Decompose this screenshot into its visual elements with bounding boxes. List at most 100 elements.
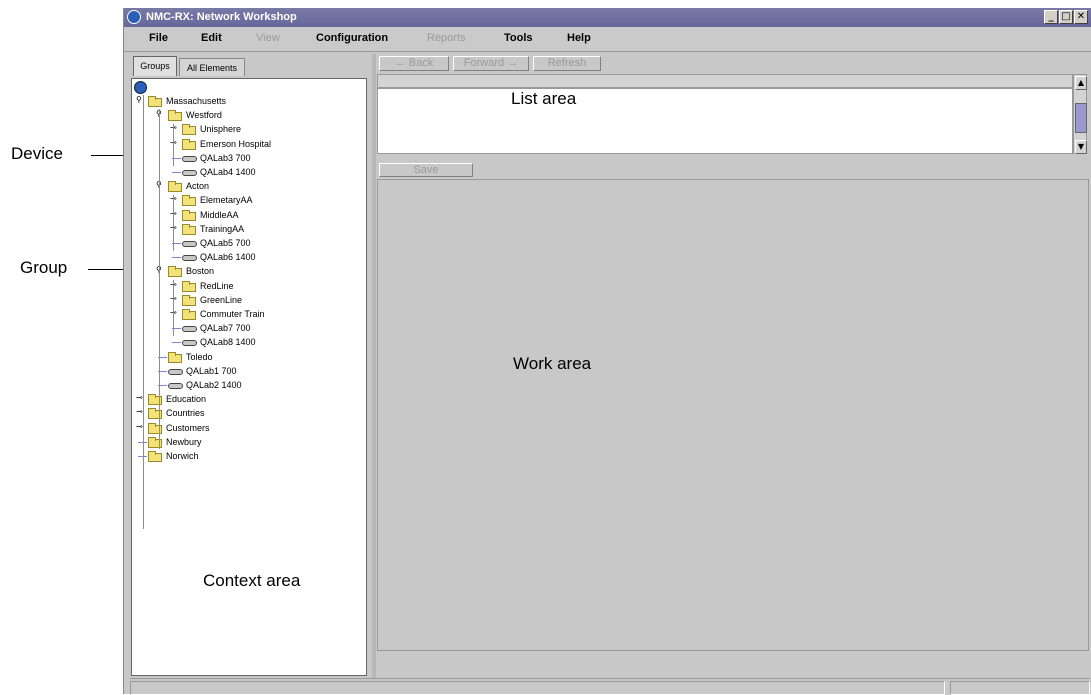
- tree-group-item[interactable]: Boston: [186, 266, 214, 279]
- tree-device-item[interactable]: QALab4 1400: [200, 167, 256, 180]
- folder-icon: [182, 223, 196, 235]
- tree-group-item[interactable]: Emerson Hospital: [200, 139, 271, 152]
- tree-group-item[interactable]: RedLine: [200, 281, 234, 294]
- tree-device-item[interactable]: QALab2 1400: [186, 380, 242, 393]
- tab-groups[interactable]: Groups: [133, 56, 177, 76]
- menu-help[interactable]: Help: [567, 32, 591, 44]
- device-icon: [182, 326, 197, 333]
- device-icon: [182, 155, 197, 162]
- collapsed-toggle-icon[interactable]: ⊸: [136, 422, 143, 431]
- tree-group-item[interactable]: Toledo: [186, 352, 213, 365]
- folder-icon: [182, 195, 196, 207]
- list-header[interactable]: [377, 74, 1073, 88]
- folder-icon: [182, 280, 196, 292]
- expanded-toggle-icon[interactable]: ⚲: [136, 95, 142, 104]
- tree-device-item[interactable]: QALab5 700: [200, 238, 251, 251]
- tree-connector-line: [173, 124, 174, 166]
- close-button[interactable]: ✕: [1074, 10, 1088, 24]
- tree-group-item[interactable]: Education: [166, 394, 206, 407]
- folder-icon: [182, 209, 196, 221]
- list-area-label: List area: [511, 89, 577, 108]
- open-folder-icon: [168, 266, 182, 278]
- menu-view[interactable]: View: [256, 32, 280, 44]
- tree-group-item[interactable]: Massachusetts: [166, 96, 226, 109]
- collapsed-toggle-icon[interactable]: ⊸: [136, 407, 143, 416]
- menu-edit[interactable]: Edit: [201, 32, 222, 44]
- menu-reports[interactable]: Reports: [427, 32, 466, 44]
- menu-bar: File Edit View Configuration Reports Too…: [124, 27, 1091, 52]
- device-icon: [182, 170, 197, 176]
- tree-device-item[interactable]: QALab1 700: [186, 366, 237, 379]
- tree-connector-line: [172, 342, 181, 344]
- tree-root-icon[interactable]: [134, 81, 147, 94]
- tree-group-item[interactable]: Newbury: [166, 437, 202, 450]
- tree-group-item[interactable]: Countries: [166, 408, 205, 421]
- navigation-bar: ← Back Forward → Refresh: [377, 55, 1089, 73]
- menu-configuration[interactable]: Configuration: [316, 32, 388, 44]
- work-area-label: Work area: [513, 354, 592, 373]
- tree-group-item[interactable]: GreenLine: [200, 295, 242, 308]
- open-folder-icon: [168, 181, 182, 193]
- forward-button[interactable]: Forward →: [453, 56, 529, 71]
- folder-icon: [148, 451, 162, 462]
- open-folder-icon: [168, 110, 182, 122]
- device-icon: [182, 241, 197, 247]
- tree-connector-line: [172, 257, 181, 259]
- save-bar: Save: [377, 162, 1089, 178]
- tree-group-item[interactable]: MiddleAA: [200, 210, 239, 223]
- group-callout-label: Group: [20, 258, 68, 277]
- tree-device-item[interactable]: QALab6 1400: [200, 252, 256, 265]
- list-area[interactable]: List area: [377, 88, 1073, 154]
- folder-icon: [182, 309, 196, 320]
- work-area[interactable]: Work area: [377, 179, 1089, 651]
- tree-group-item[interactable]: Unisphere: [200, 124, 241, 137]
- save-button[interactable]: Save: [379, 163, 473, 177]
- tree-connector-line: [172, 172, 181, 173]
- maximize-button[interactable]: □: [1059, 10, 1073, 24]
- tree-group-item[interactable]: Acton: [186, 181, 209, 194]
- tree-group-item[interactable]: Customers: [166, 423, 210, 436]
- tree-connector-line: [159, 109, 160, 449]
- back-button[interactable]: ← Back: [379, 56, 449, 71]
- device-icon: [168, 368, 183, 375]
- device-icon: [168, 383, 183, 389]
- list-scrollbar[interactable]: ▲ ▼: [1073, 74, 1087, 154]
- device-icon: [182, 255, 197, 262]
- app-window: NMC-RX: Network Workshop _ □ ✕ File Edit…: [123, 8, 1091, 695]
- context-panel: Groups All Elements Context area ⚲ Massac…: [127, 54, 371, 686]
- tree-connector-line: [173, 280, 174, 336]
- folder-icon: [168, 351, 182, 363]
- device-icon: [182, 340, 197, 347]
- app-logo-icon: [127, 10, 141, 24]
- tree-connector-line: [143, 95, 144, 529]
- folder-icon: [182, 294, 196, 306]
- menu-tools[interactable]: Tools: [504, 32, 533, 44]
- tree-group-item[interactable]: Westford: [186, 110, 222, 123]
- scroll-thumb[interactable]: [1075, 103, 1087, 133]
- tree-device-item[interactable]: QALab3 700: [200, 153, 251, 166]
- title-bar[interactable]: NMC-RX: Network Workshop _ □ ✕: [124, 8, 1091, 27]
- collapsed-toggle-icon[interactable]: ⊸: [136, 393, 143, 402]
- menu-file[interactable]: File: [149, 32, 168, 44]
- folder-icon: [182, 124, 196, 136]
- minimize-button[interactable]: _: [1044, 10, 1058, 24]
- tab-all-elements[interactable]: All Elements: [179, 58, 245, 76]
- status-field-secondary: [950, 681, 1090, 695]
- scroll-up-icon[interactable]: ▲: [1075, 76, 1087, 90]
- context-area-label: Context area: [203, 571, 301, 590]
- tree-device-item[interactable]: QALab7 700: [200, 323, 251, 336]
- tree-group-item[interactable]: Commuter Train: [200, 309, 265, 322]
- folder-icon: [182, 138, 196, 150]
- panel-splitter[interactable]: [372, 54, 376, 686]
- tree-device-item[interactable]: QALab8 1400: [200, 337, 256, 350]
- refresh-button[interactable]: Refresh: [533, 56, 601, 71]
- group-tree[interactable]: Context area ⚲Massachusetts⚲Westford⊸Uni…: [131, 78, 367, 676]
- tree-connector-line: [173, 195, 174, 251]
- status-field-main: [130, 681, 945, 695]
- tree-group-item[interactable]: ElemetaryAA: [200, 195, 253, 208]
- tree-group-item[interactable]: TrainingAA: [200, 224, 244, 237]
- window-title: NMC-RX: Network Workshop: [146, 11, 297, 23]
- tree-group-item[interactable]: Norwich: [166, 451, 199, 464]
- scroll-down-icon[interactable]: ▼: [1075, 140, 1087, 154]
- open-folder-icon: [148, 96, 162, 107]
